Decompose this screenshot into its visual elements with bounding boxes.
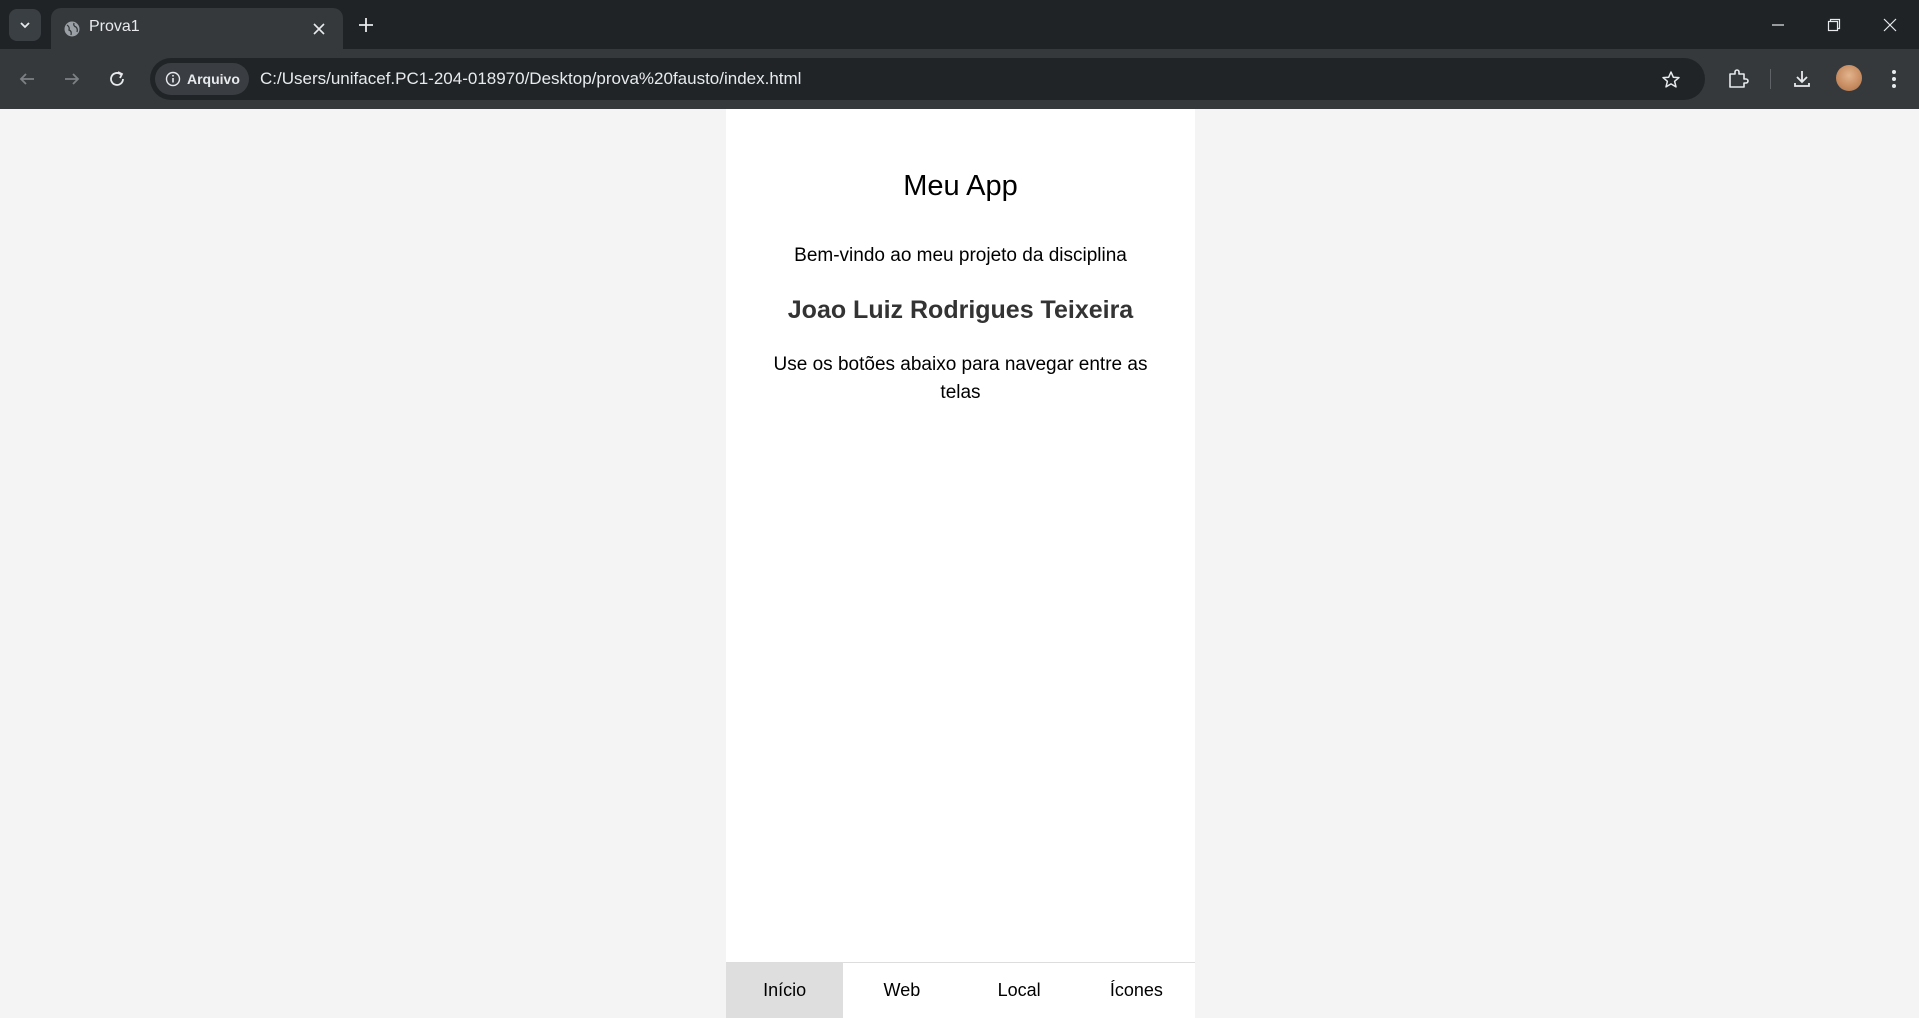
reload-button[interactable] xyxy=(99,61,135,97)
minimize-icon xyxy=(1772,23,1784,26)
tab-close-button[interactable] xyxy=(309,19,329,39)
globe-icon xyxy=(64,21,80,37)
profile-avatar[interactable] xyxy=(1836,65,1862,91)
downloads-button[interactable] xyxy=(1786,63,1818,95)
welcome-text: Bem-vindo ao meu projeto da disciplina xyxy=(794,245,1127,266)
nav-button-web[interactable]: Web xyxy=(843,963,960,1018)
bottom-navigation: Início Web Local Ícones xyxy=(726,962,1195,1018)
restore-icon xyxy=(1827,18,1841,31)
forward-button[interactable] xyxy=(54,61,90,97)
restore-button[interactable] xyxy=(1806,0,1862,49)
toolbar-divider xyxy=(1770,69,1771,89)
nav-button-inicio[interactable]: Início xyxy=(726,963,844,1018)
app-title: Meu App xyxy=(903,170,1018,202)
plus-icon xyxy=(359,18,373,32)
puzzle-icon xyxy=(1729,69,1749,88)
minimize-button[interactable] xyxy=(1750,0,1806,49)
tab-title: Prova1 xyxy=(89,18,140,35)
nav-button-icones[interactable]: Ícones xyxy=(1078,963,1195,1018)
url-text[interactable]: C:/Users/unifacef.PC1-204-018970/Desktop… xyxy=(260,69,801,89)
bookmark-button[interactable] xyxy=(1658,67,1684,93)
browser-tab[interactable]: Prova1 xyxy=(51,8,343,49)
close-window-button[interactable] xyxy=(1862,0,1918,49)
menu-button[interactable] xyxy=(1878,63,1910,95)
page-viewport: Meu App Bem-vindo ao meu projeto da disc… xyxy=(0,109,1919,1018)
address-bar[interactable]: Arquivo C:/Users/unifacef.PC1-204-018970… xyxy=(150,58,1705,100)
student-name: Joao Luiz Rodrigues Teixeira xyxy=(787,296,1134,324)
more-vertical-icon xyxy=(1892,70,1896,88)
tab-search-button[interactable] xyxy=(9,9,41,41)
star-icon xyxy=(1662,71,1680,88)
browser-toolbar: Arquivo C:/Users/unifacef.PC1-204-018970… xyxy=(0,49,1919,109)
chevron-down-icon xyxy=(20,22,30,29)
close-icon xyxy=(1883,18,1897,31)
reload-icon xyxy=(110,71,124,86)
arrow-left-icon xyxy=(19,73,34,85)
new-tab-button[interactable] xyxy=(353,12,379,38)
extensions-button[interactable] xyxy=(1722,63,1754,95)
back-button[interactable] xyxy=(9,61,45,97)
app-container: Meu App Bem-vindo ao meu projeto da disc… xyxy=(726,109,1195,1018)
nav-button-local[interactable]: Local xyxy=(961,963,1078,1018)
site-info-chip[interactable]: Arquivo xyxy=(155,63,249,95)
info-icon xyxy=(165,71,181,87)
arrow-right-icon xyxy=(65,73,80,85)
site-info-label: Arquivo xyxy=(187,71,240,87)
close-icon xyxy=(313,23,325,35)
download-icon xyxy=(1794,71,1810,87)
tab-strip: Prova1 xyxy=(0,0,1919,49)
navigation-hint: Use os botões abaixo para navegar entre … xyxy=(773,354,1148,403)
